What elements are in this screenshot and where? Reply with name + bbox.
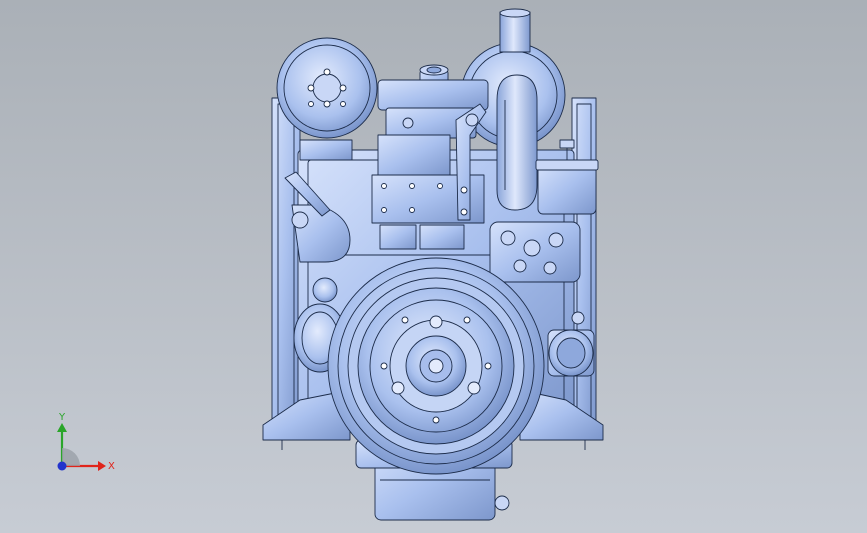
left-pulley (276, 37, 378, 139)
orientation-triad[interactable]: X Y (44, 410, 124, 480)
engine-model[interactable] (0, 0, 867, 533)
z-axis-marker (57, 461, 67, 471)
left-frame-plate (271, 97, 301, 429)
y-axis-label: Y (58, 412, 66, 423)
fuel-injection-pump (489, 221, 581, 283)
flywheel (357, 287, 515, 445)
3d-viewport[interactable]: X Y (0, 0, 867, 533)
intake-pipe (496, 8, 538, 211)
x-axis-label: X (108, 461, 115, 472)
